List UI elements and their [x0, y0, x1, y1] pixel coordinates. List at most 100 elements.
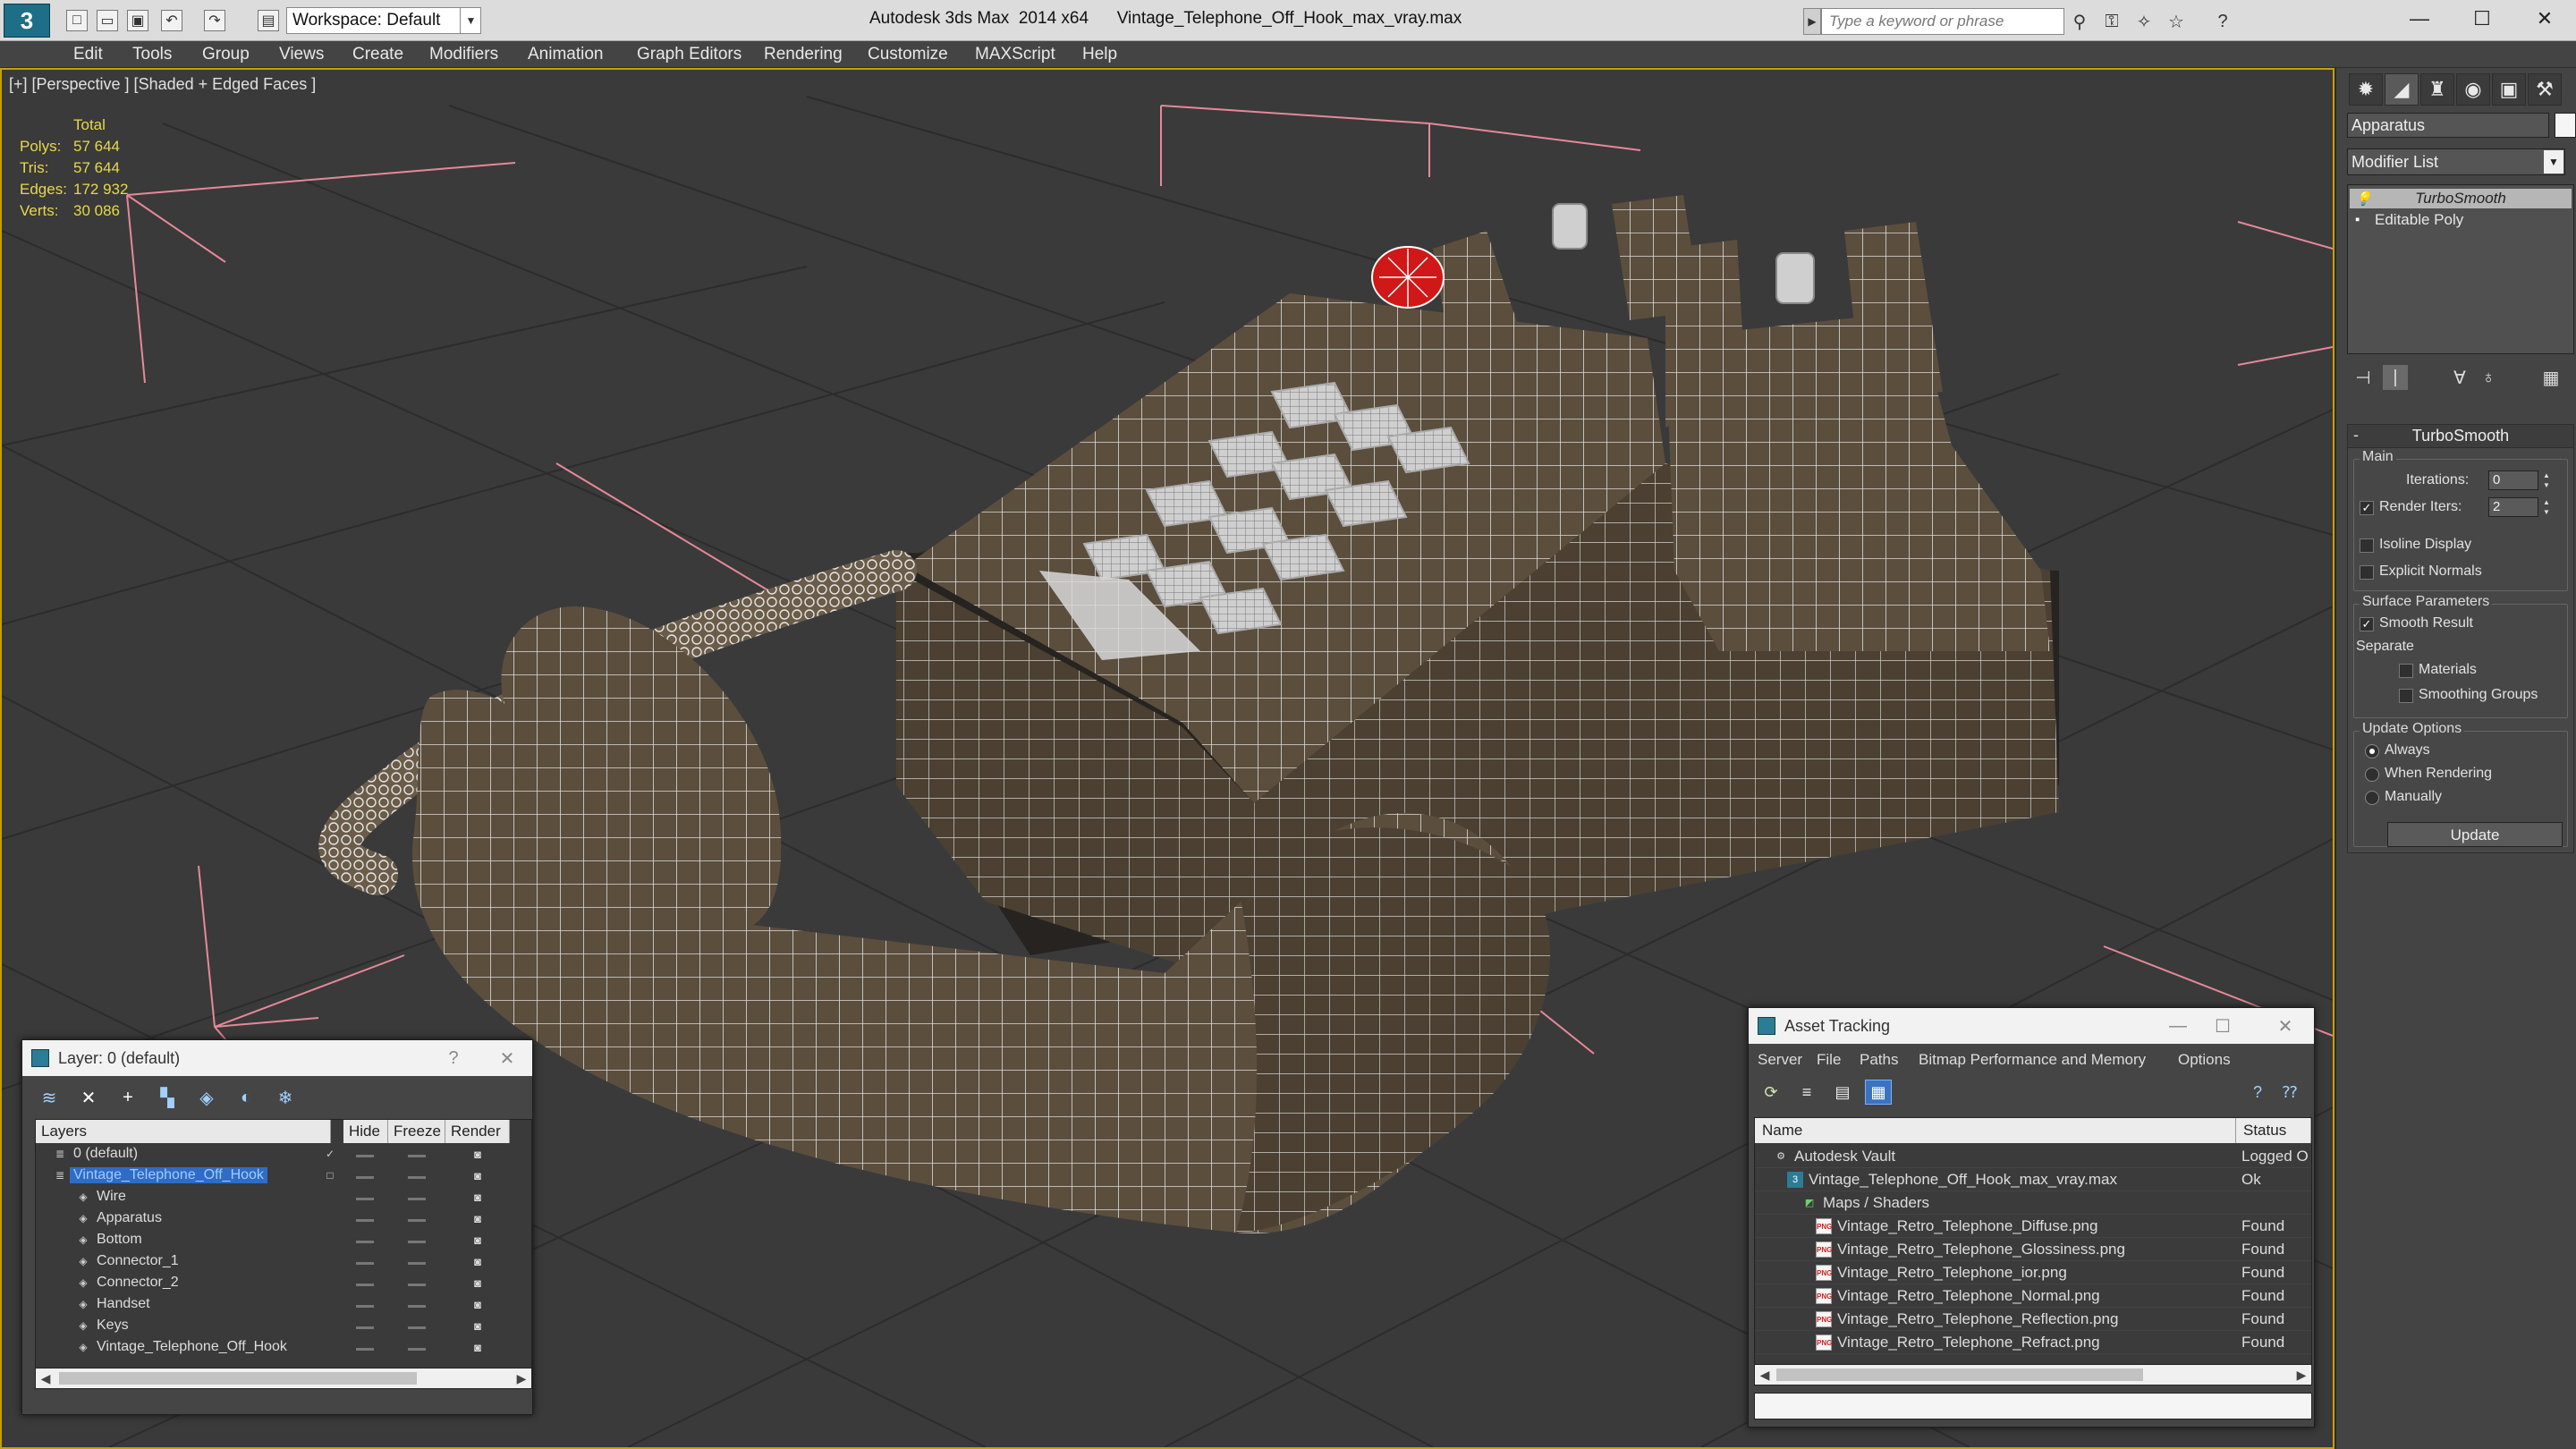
layer-row[interactable]: ◈ Keys ◙ — [36, 1317, 519, 1338]
freeze-toggle[interactable] — [408, 1219, 426, 1222]
satellite-icon[interactable]: ✧ — [2132, 11, 2156, 32]
delete-layer-icon[interactable]: ✕ — [76, 1085, 101, 1110]
freeze-toggle[interactable] — [408, 1348, 426, 1351]
render-teapot-icon[interactable]: ◙ — [470, 1234, 485, 1247]
hide-toggle[interactable] — [356, 1241, 374, 1243]
asset-row[interactable]: PNG Vintage_Retro_Telephone_Normal.png Fou… — [1755, 1284, 2311, 1308]
layer-row[interactable]: ◈ Bottom ◙ — [36, 1231, 519, 1252]
spinner-arrows-icon[interactable]: ▲ ▼ — [2540, 470, 2553, 490]
active-layer-check-icon[interactable]: ✓ — [324, 1148, 336, 1160]
asset-dialog-titlebar[interactable]: Asset Tracking — ☐ ✕ — [1749, 1008, 2314, 1044]
always-radio[interactable] — [2365, 744, 2379, 758]
minimize-icon[interactable]: — — [2160, 1013, 2196, 1038]
hide-toggle[interactable] — [356, 1155, 374, 1157]
hide-toggle[interactable] — [356, 1198, 374, 1200]
undo-icon[interactable]: ↶ — [161, 10, 182, 31]
new-file-icon[interactable]: □ — [66, 10, 88, 31]
asset-row[interactable]: PNG Vintage_Retro_Telephone_Refract.png Fo… — [1755, 1331, 2311, 1354]
binoculars-icon[interactable]: ⚲ — [2068, 11, 2091, 32]
layer-row[interactable]: ≣ Vintage_Telephone_Off_Hook □ ◙ — [36, 1166, 519, 1188]
freeze-toggle[interactable] — [408, 1241, 426, 1243]
render-iters-checkbox[interactable]: ✓ — [2360, 501, 2374, 515]
modifier-list-dropdown[interactable]: Modifier List — [2347, 148, 2565, 175]
hide-toggle[interactable] — [356, 1176, 374, 1179]
asset-row[interactable]: PNG Vintage_Retro_Telephone_Diffuse.png Fo… — [1755, 1215, 2311, 1238]
menu-rendering[interactable]: Rendering — [764, 45, 843, 64]
rollout-header[interactable]: - TurboSmooth — [2348, 425, 2573, 448]
layer-row[interactable]: ◈ Vintage_Telephone_Off_Hook ◙ — [36, 1338, 519, 1360]
hide-toggle[interactable] — [356, 1284, 374, 1286]
column-layers[interactable]: Layers — [36, 1120, 331, 1143]
column-freeze[interactable]: Freeze — [388, 1120, 445, 1143]
layer-horizontal-scrollbar[interactable]: ◀ ▶ — [35, 1368, 532, 1389]
asset-menu-options[interactable]: Options — [2178, 1051, 2231, 1069]
chevron-down-icon[interactable]: ▼ — [2544, 150, 2563, 174]
configure-sets-icon[interactable]: ▦ — [2538, 365, 2563, 390]
column-name[interactable]: Name — [1755, 1118, 2236, 1143]
chevron-down-icon[interactable]: ▼ — [460, 7, 481, 34]
asset-menu-server[interactable]: Server — [1758, 1051, 1802, 1069]
layer-settings-icon[interactable]: ≋ — [37, 1085, 62, 1110]
render-teapot-icon[interactable]: ◙ — [470, 1320, 485, 1333]
isoline-display-checkbox[interactable] — [2360, 538, 2374, 553]
scroll-right-icon[interactable]: ▶ — [513, 1370, 530, 1386]
object-name-field[interactable]: Apparatus — [2347, 113, 2549, 138]
asset-row[interactable]: ⚙ Autodesk Vault Logged O — [1755, 1145, 2311, 1168]
close-icon[interactable]: ✕ — [2267, 1013, 2303, 1038]
context-help-icon[interactable]: ⁇ — [2276, 1080, 2303, 1105]
freeze-all-icon[interactable]: ❄ — [273, 1085, 298, 1110]
layer-row[interactable]: ◈ Wire ◙ — [36, 1188, 519, 1209]
layer-dialog-titlebar[interactable]: Layer: 0 (default) ? ✕ — [22, 1040, 532, 1076]
layer-row[interactable]: ◈ Connector_2 ◙ — [36, 1274, 519, 1295]
stack-item-turbosmooth[interactable]: 💡 TurboSmooth — [2350, 189, 2572, 208]
asset-row[interactable]: PNG Vintage_Retro_Telephone_Glossiness.pn… — [1755, 1238, 2311, 1261]
render-teapot-icon[interactable]: ◙ — [470, 1277, 485, 1290]
motion-tab-icon[interactable]: ◉ — [2456, 73, 2490, 106]
menu-modifiers[interactable]: Modifiers — [429, 45, 498, 64]
scroll-thumb[interactable] — [1776, 1368, 2143, 1381]
asset-menu-file[interactable]: File — [1817, 1051, 1841, 1069]
render-teapot-icon[interactable]: ◙ — [470, 1299, 485, 1311]
when-rendering-radio[interactable] — [2365, 767, 2379, 782]
scroll-left-icon[interactable]: ◀ — [38, 1370, 54, 1386]
layer-row[interactable]: ◈ Handset ◙ — [36, 1295, 519, 1317]
layer-row[interactable]: ◈ Apparatus ◙ — [36, 1209, 519, 1231]
render-teapot-icon[interactable]: ◙ — [470, 1342, 485, 1354]
render-teapot-icon[interactable]: ◙ — [470, 1170, 485, 1182]
scroll-right-icon[interactable]: ▶ — [2293, 1367, 2309, 1383]
update-button[interactable]: Update — [2387, 822, 2563, 847]
asset-row[interactable]: PNG Vintage_Retro_Telephone_ior.png Found — [1755, 1261, 2311, 1284]
freeze-toggle[interactable] — [408, 1284, 426, 1286]
asset-menu-bitmap-performance[interactable]: Bitmap Performance and Memory — [1919, 1051, 2146, 1069]
smooth-result-checkbox[interactable]: ✓ — [2360, 617, 2374, 631]
key-icon[interactable]: ⚿ — [2100, 11, 2123, 32]
hide-toggle[interactable] — [356, 1348, 374, 1351]
iterations-spinner[interactable]: 0 — [2488, 470, 2538, 490]
asset-horizontal-scrollbar[interactable]: ◀ ▶ — [1754, 1364, 2312, 1385]
menu-help[interactable]: Help — [1082, 45, 1117, 64]
search-expand-icon[interactable]: ▶ — [1803, 8, 1821, 35]
display-tab-icon[interactable]: ▣ — [2492, 73, 2526, 106]
set-active-layer-icon[interactable]: □ — [324, 1169, 336, 1182]
utilities-tab-icon[interactable]: ⚒ — [2528, 73, 2562, 106]
layer-row[interactable]: ◈ Connector_1 ◙ — [36, 1252, 519, 1274]
materials-checkbox[interactable] — [2399, 664, 2413, 678]
menu-views[interactable]: Views — [279, 45, 324, 64]
scroll-thumb[interactable] — [59, 1372, 417, 1385]
layer-row[interactable]: ≣ 0 (default) ✓ ◙ — [36, 1145, 519, 1166]
help-icon[interactable]: ? — [2211, 11, 2234, 32]
hide-toggle[interactable] — [356, 1219, 374, 1222]
freeze-toggle[interactable] — [408, 1155, 426, 1157]
modify-tab-icon[interactable]: ◢ — [2385, 73, 2419, 106]
asset-path-field[interactable] — [1754, 1393, 2312, 1419]
maximize-icon[interactable]: ☐ — [2205, 1013, 2241, 1038]
menu-tools[interactable]: Tools — [132, 45, 172, 64]
remove-modifier-icon[interactable]: ♁ — [2476, 365, 2501, 390]
column-hide[interactable]: Hide — [343, 1120, 388, 1143]
maximize-icon[interactable]: ☐ — [2451, 0, 2513, 38]
table-view-icon[interactable]: ▦ — [1865, 1080, 1892, 1105]
save-file-icon[interactable]: ▣ — [127, 10, 148, 31]
scroll-left-icon[interactable]: ◀ — [1757, 1367, 1773, 1383]
app-logo-button[interactable]: 3 — [4, 4, 50, 38]
menu-maxscript[interactable]: MAXScript — [975, 45, 1055, 64]
